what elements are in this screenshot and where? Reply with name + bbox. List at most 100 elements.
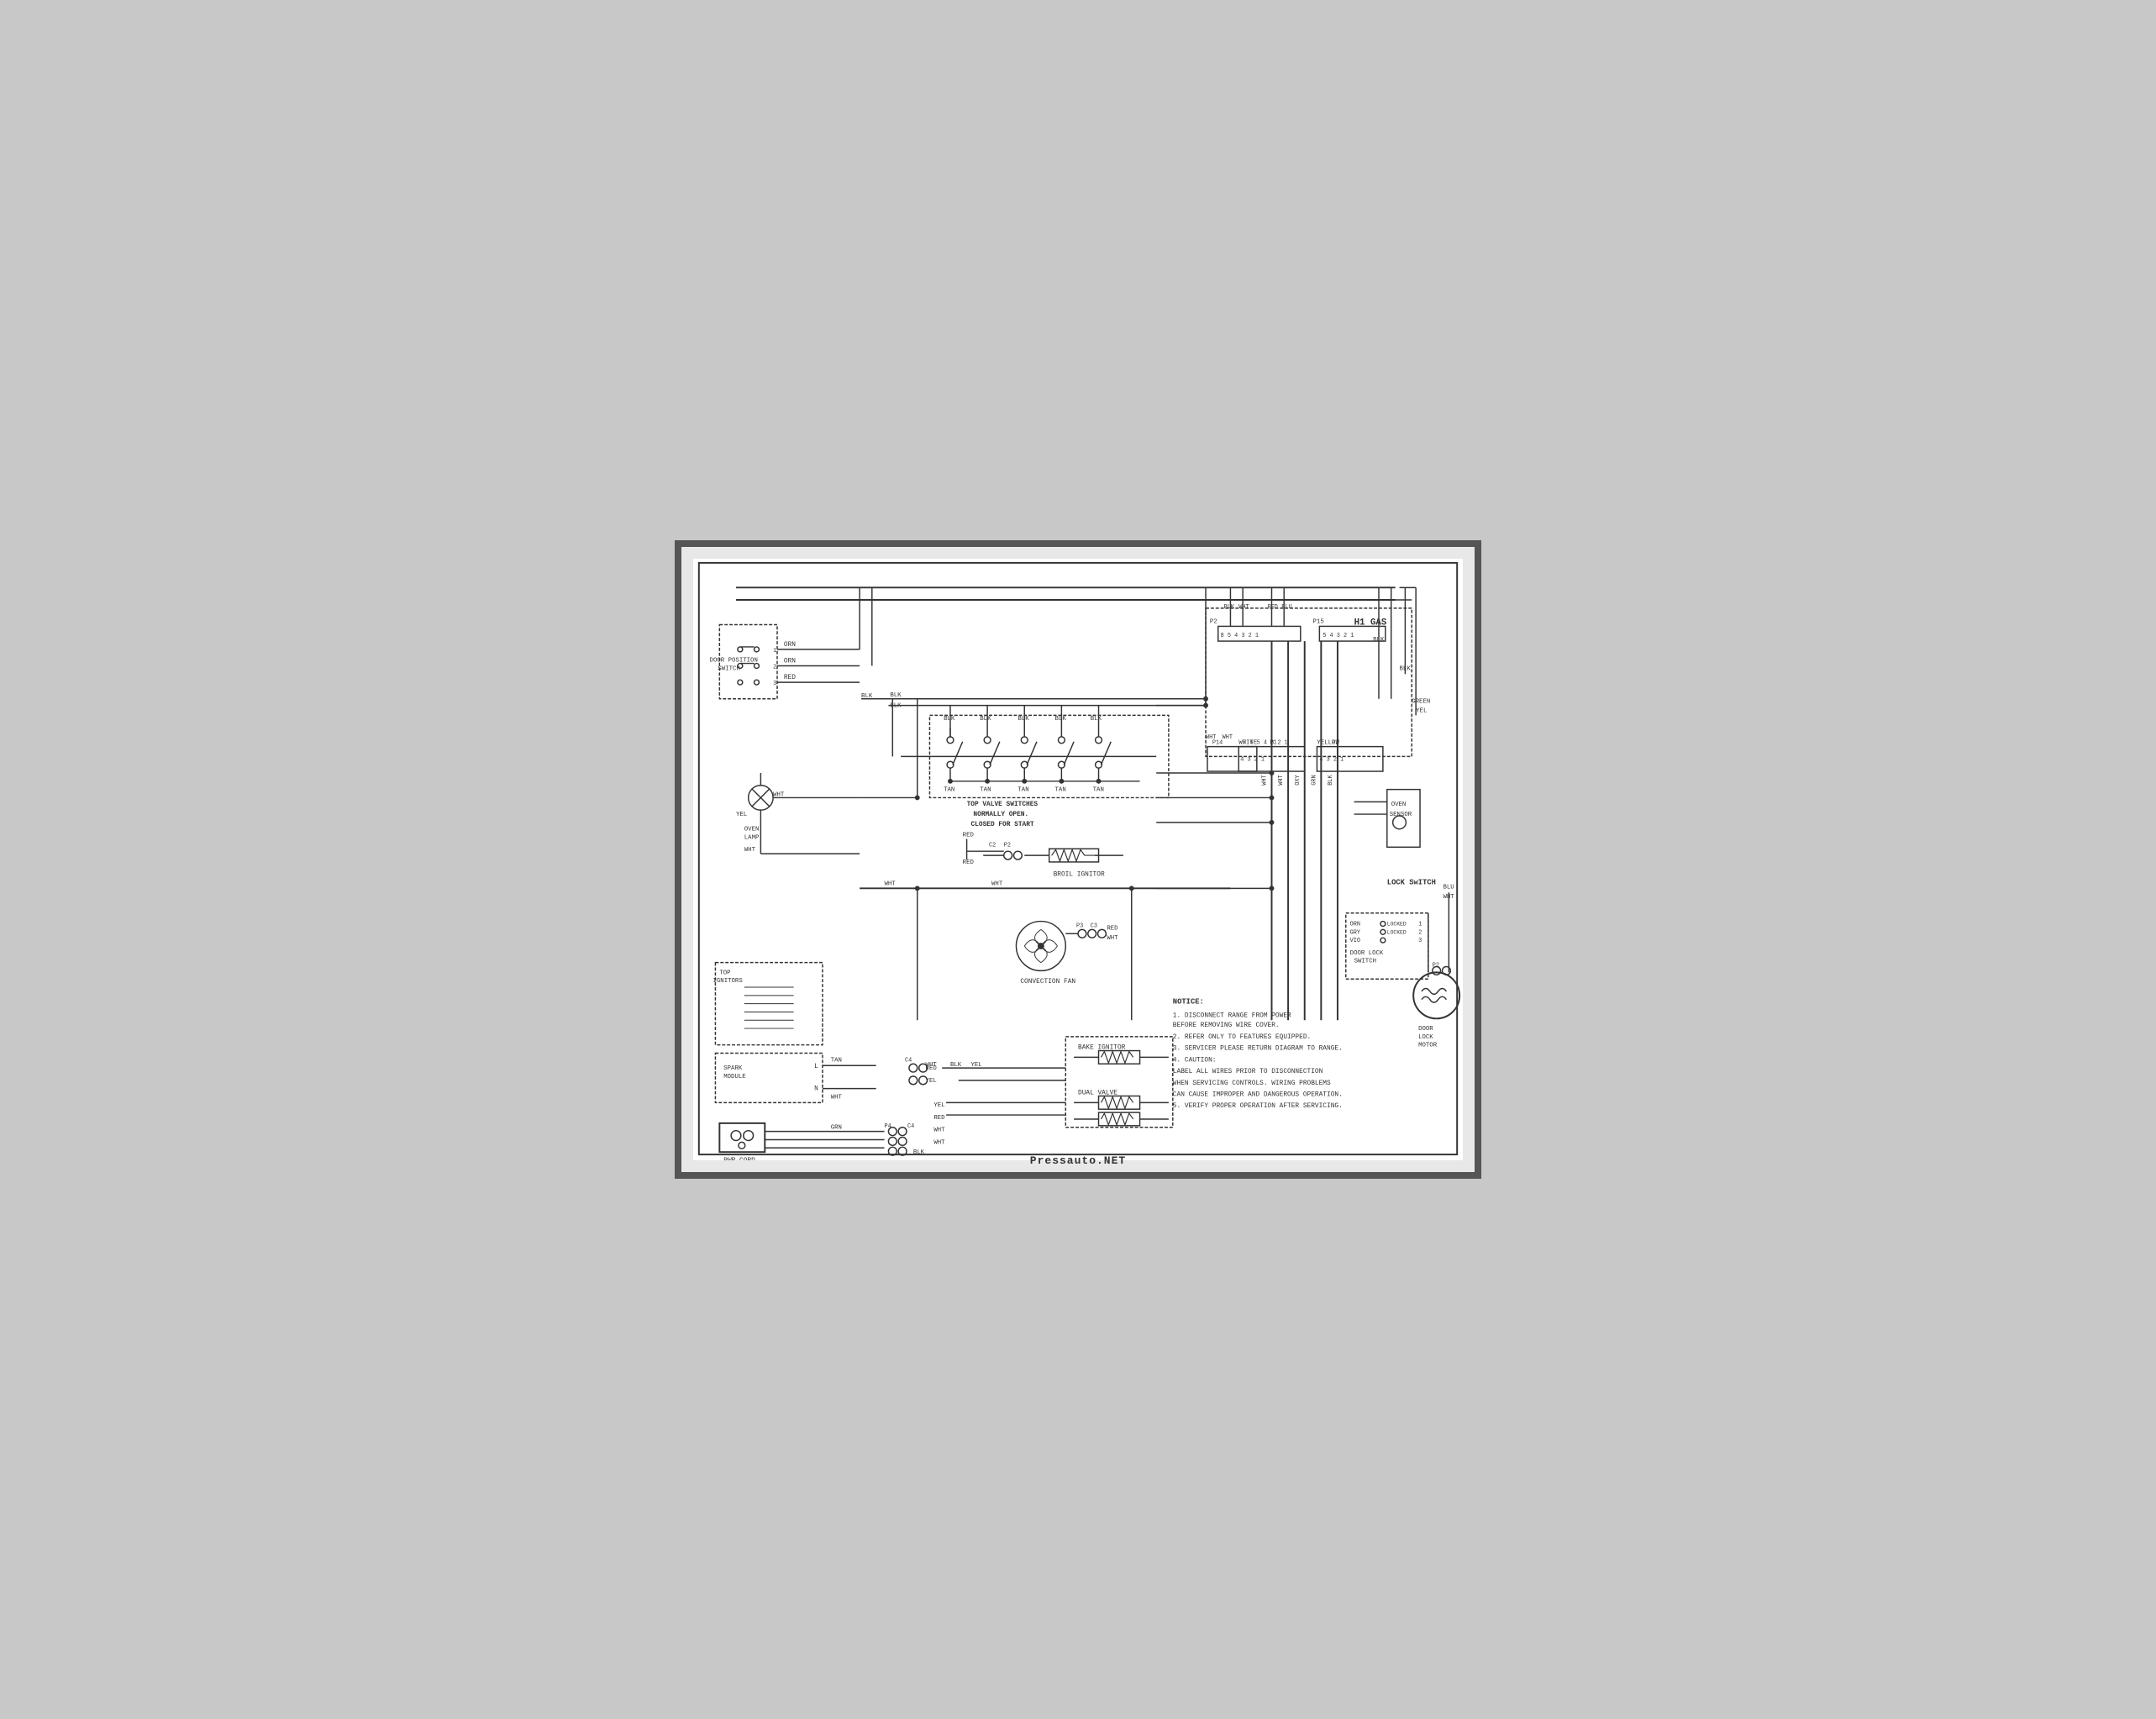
svg-text:BLK: BLK [890, 692, 902, 699]
svg-text:WHT: WHT [933, 1128, 945, 1134]
svg-text:TAN: TAN [1018, 787, 1028, 794]
svg-text:LOCK: LOCK [1418, 1034, 1433, 1041]
svg-text:3. SERVICER PLEASE RETURN DIA: 3. SERVICER PLEASE RETURN DIAGRAM TO RAN… [1173, 1045, 1343, 1053]
svg-text:BLK: BLK [1018, 716, 1029, 723]
svg-text:ORN: ORN [784, 658, 796, 665]
svg-text:2: 2 [773, 664, 776, 670]
svg-text:BLK: BLK [890, 703, 902, 710]
svg-text:C2: C2 [989, 842, 996, 849]
svg-text:LOCKED: LOCKED [1387, 929, 1407, 935]
svg-text:RED: RED [1107, 925, 1118, 932]
svg-text:GRN: GRN [831, 1125, 842, 1132]
svg-text:LAMP: LAMP [744, 834, 760, 841]
svg-text:DOOR LOCK: DOOR LOCK [1350, 950, 1384, 957]
svg-text:BLK: BLK [944, 716, 955, 723]
svg-text:BLK: BLK [913, 1149, 925, 1156]
svg-text:4 3 2 1: 4 3 2 1 [1319, 756, 1344, 763]
svg-text:4 3 2 1: 4 3 2 1 [1240, 756, 1265, 763]
svg-text:OVEN: OVEN [1391, 802, 1407, 808]
svg-text:BROIL IGNITOR: BROIL IGNITOR [1054, 871, 1105, 879]
svg-text:3: 3 [773, 681, 776, 687]
svg-text:TOP: TOP [719, 970, 731, 976]
svg-text:WHT: WHT [1107, 935, 1118, 942]
svg-text:P2: P2 [1004, 842, 1011, 849]
svg-text:WHT: WHT [933, 1139, 945, 1146]
svg-text:TAN: TAN [1055, 787, 1066, 794]
svg-text:TAN: TAN [831, 1057, 842, 1064]
svg-text:WHT: WHT [926, 1062, 938, 1069]
svg-text:BLK: BLK [950, 1062, 962, 1069]
svg-text:5. VERIFY PROPER OPERATION AF: 5. VERIFY PROPER OPERATION AFTER SERVICI… [1173, 1102, 1343, 1110]
svg-text:NOTICE:: NOTICE: [1173, 998, 1204, 1007]
svg-text:WHT: WHT [1223, 734, 1233, 741]
svg-text:PWR CORD: PWR CORD [723, 1157, 755, 1160]
svg-text:P14: P14 [1212, 740, 1223, 747]
svg-text:BLK: BLK [1091, 716, 1102, 723]
svg-text:BLU: BLU [1443, 884, 1454, 891]
svg-text:CAN CAUSE IMPROPER AND DANGERO: CAN CAUSE IMPROPER AND DANGEROUS OPERATI… [1173, 1091, 1343, 1098]
svg-text:MOTOR: MOTOR [1418, 1043, 1438, 1049]
svg-text:WHT: WHT [885, 881, 897, 887]
svg-text:WHT: WHT [744, 847, 756, 854]
svg-text:RED: RED [933, 1115, 945, 1122]
svg-text:OXY: OXY [1295, 775, 1301, 785]
svg-text:LOCKED: LOCKED [1387, 921, 1407, 927]
svg-text:N: N [814, 1086, 818, 1093]
svg-text:GREEN: GREEN [1412, 699, 1430, 706]
svg-text:YEL: YEL [736, 812, 747, 818]
svg-text:BLK: BLK [980, 716, 991, 723]
svg-text:P3: P3 [1076, 923, 1083, 929]
svg-text:1. DISCONNECT RANGE FROM POWE: 1. DISCONNECT RANGE FROM POWER [1173, 1012, 1291, 1019]
svg-text:3: 3 [1418, 938, 1422, 944]
svg-text:ORN: ORN [1350, 921, 1360, 928]
svg-text:C4: C4 [907, 1123, 914, 1130]
svg-text:1: 1 [1418, 921, 1422, 928]
svg-text:WHT: WHT [1206, 734, 1216, 741]
svg-text:WHT: WHT [1278, 775, 1285, 785]
diagram-area: ORN ORN RED DOOR POSITION SWITCH 1 2 3 [693, 559, 1463, 1160]
svg-text:P2: P2 [1210, 619, 1217, 626]
svg-text:TAN: TAN [980, 787, 991, 794]
svg-text:2. REFER ONLY TO FEATURES EQU: 2. REFER ONLY TO FEATURES EQUIPPED. [1173, 1033, 1311, 1041]
svg-text:BAKE IGNITOR: BAKE IGNITOR [1078, 1044, 1126, 1052]
svg-text:OVEN: OVEN [744, 827, 760, 833]
svg-text:SENSOR: SENSOR [1390, 812, 1412, 818]
svg-text:VIO: VIO [1350, 938, 1360, 944]
svg-text:WHT: WHT [1238, 604, 1249, 611]
svg-text:8 5 4 3 2 1: 8 5 4 3 2 1 [1221, 633, 1259, 639]
svg-text:YEL: YEL [970, 1062, 981, 1069]
svg-text:7 6 5 4 3 2 1: 7 6 5 4 3 2 1 [1243, 740, 1288, 747]
svg-text:P15: P15 [1313, 619, 1324, 626]
svg-text:TAN: TAN [944, 787, 954, 794]
svg-text:SPARK: SPARK [723, 1065, 743, 1072]
svg-text:RED: RED [963, 860, 975, 866]
svg-text:C4: C4 [905, 1057, 912, 1064]
svg-text:2: 2 [1418, 929, 1422, 936]
svg-text:C3: C3 [1091, 923, 1097, 929]
svg-text:WHT: WHT [991, 881, 1003, 887]
svg-text:DOOR POSITION: DOOR POSITION [710, 658, 758, 665]
svg-text:5 4 3 2 1: 5 4 3 2 1 [1323, 633, 1354, 639]
svg-text:RED: RED [1268, 604, 1278, 611]
wiring-diagram: ORN ORN RED DOOR POSITION SWITCH 1 2 3 [693, 559, 1463, 1160]
svg-text:BEFORE REMOVING WIRE COVER.: BEFORE REMOVING WIRE COVER. [1173, 1022, 1280, 1029]
svg-text:CLOSED FOR START: CLOSED FOR START [970, 821, 1033, 828]
svg-text:WHEN SERVICING CONTROLS. WIRIN: WHEN SERVICING CONTROLS. WIRING PROBLEMS [1173, 1080, 1331, 1087]
svg-text:BLK: BLK [1224, 604, 1235, 611]
svg-text:BLK: BLK [1328, 774, 1334, 785]
svg-text:GRN: GRN [1311, 775, 1317, 785]
svg-text:ORN: ORN [784, 641, 796, 649]
svg-text:TOP VALVE SWITCHES: TOP VALVE SWITCHES [967, 801, 1039, 808]
svg-text:L: L [814, 1063, 818, 1070]
svg-text:GRY: GRY [1350, 929, 1360, 936]
svg-text:WHT: WHT [831, 1094, 843, 1101]
svg-text:IGNITORS: IGNITORS [713, 978, 743, 985]
svg-text:WHT: WHT [1262, 775, 1269, 785]
svg-text:4. CAUTION:: 4. CAUTION: [1173, 1056, 1217, 1064]
svg-text:YEL: YEL [933, 1102, 944, 1109]
svg-text:SWITCH: SWITCH [1354, 959, 1376, 965]
svg-text:BLU: BLU [1281, 604, 1291, 611]
svg-text:SWITCH: SWITCH [718, 665, 739, 672]
svg-text:LOCK SwITCH: LOCK SwITCH [1387, 878, 1436, 886]
page-container: ORN ORN RED DOOR POSITION SWITCH 1 2 3 [675, 540, 1481, 1179]
